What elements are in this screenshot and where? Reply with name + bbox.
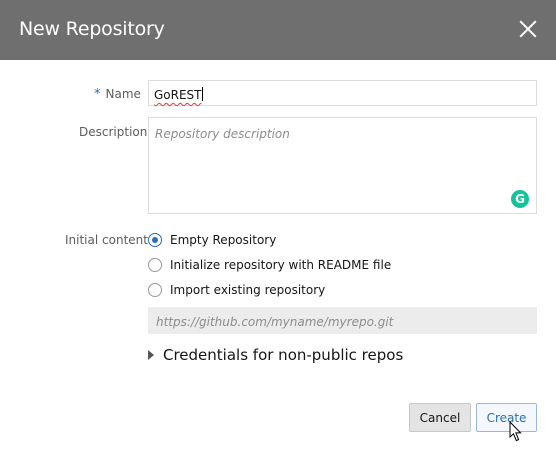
new-repository-dialog: New Repository * Name GoREST Description … xyxy=(0,0,556,454)
dialog-title: New Repository xyxy=(19,18,165,40)
radio-empty-repository[interactable]: Empty Repository xyxy=(148,231,276,249)
radio-button[interactable] xyxy=(148,258,162,272)
close-icon[interactable] xyxy=(514,16,542,44)
radio-initialize-readme[interactable]: Initialize repository with README file xyxy=(148,256,391,274)
name-value: GoREST xyxy=(154,88,202,102)
name-label-text: Name xyxy=(105,87,141,101)
radio-button-selected[interactable] xyxy=(148,233,162,247)
cancel-button[interactable]: Cancel xyxy=(409,403,471,432)
radio-label: Empty Repository xyxy=(170,233,277,247)
text-caret xyxy=(201,87,203,101)
name-label: * Name xyxy=(94,87,141,102)
credentials-disclosure[interactable]: Credentials for non-public repos xyxy=(148,346,403,364)
credentials-label: Credentials for non-public repos xyxy=(163,346,404,364)
mouse-pointer-icon xyxy=(509,421,522,442)
radio-import-existing[interactable]: Import existing repository xyxy=(148,281,325,299)
description-placeholder: Repository description xyxy=(155,127,290,141)
description-field[interactable]: Repository description xyxy=(148,117,537,214)
url-placeholder: https://github.com/myname/myrepo.git xyxy=(156,315,394,329)
initial-content-label: Initial content xyxy=(65,233,148,247)
required-marker: * xyxy=(94,87,101,102)
triangle-right-icon xyxy=(148,350,154,360)
radio-label: Import existing repository xyxy=(170,283,326,297)
radio-label: Initialize repository with README file xyxy=(170,258,392,272)
create-button[interactable]: Create xyxy=(476,403,537,432)
dialog-header: New Repository xyxy=(0,0,556,60)
repository-url-field[interactable]: https://github.com/myname/myrepo.git xyxy=(148,307,537,334)
description-label: Description xyxy=(79,125,148,139)
radio-button[interactable] xyxy=(148,283,162,297)
grammarly-icon[interactable]: G xyxy=(511,190,529,208)
name-field[interactable]: GoREST xyxy=(148,80,537,106)
